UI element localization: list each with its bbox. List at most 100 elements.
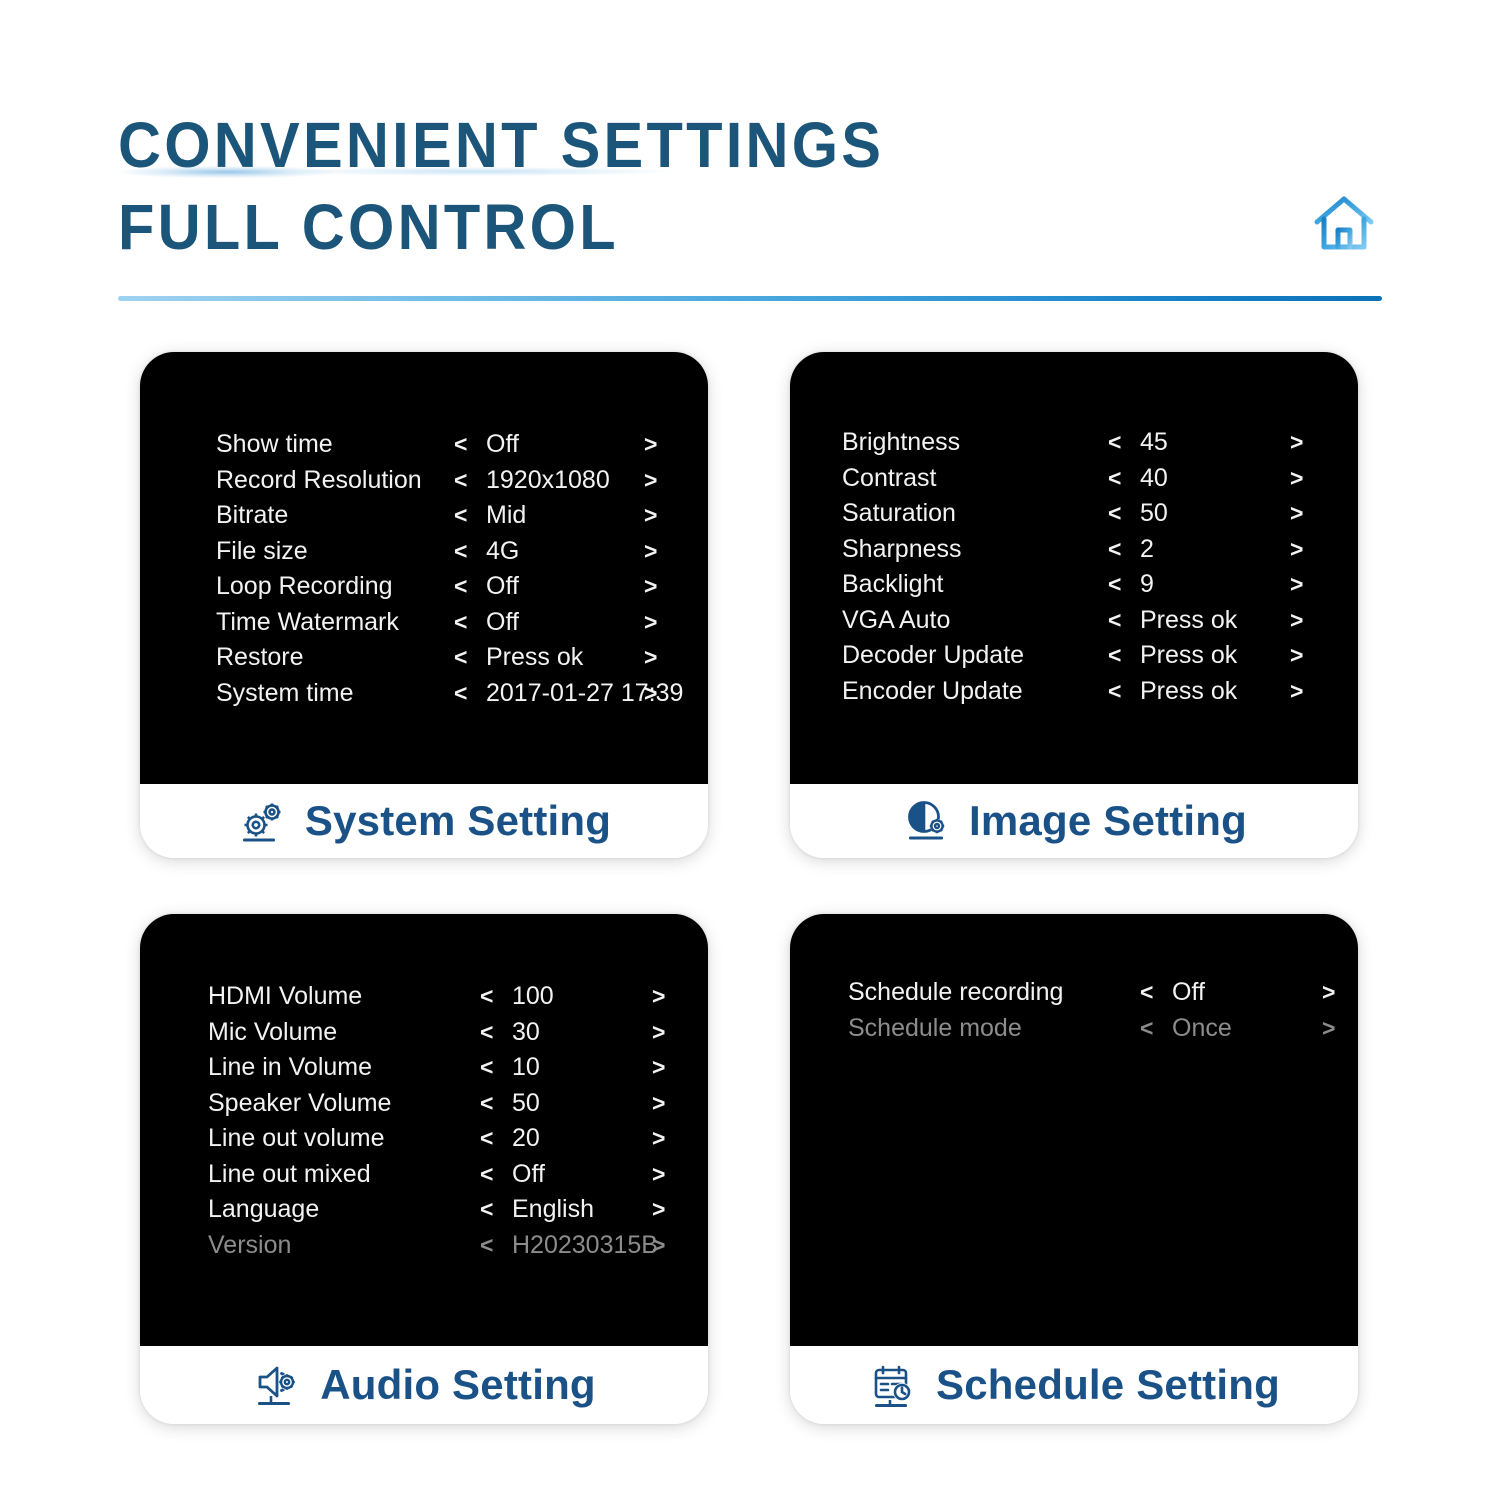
osd-row: Version < H20230315B > (208, 1231, 684, 1267)
osd-row[interactable]: Record Resolution < 1920x1080 > (216, 466, 684, 502)
chevron-right-icon[interactable]: > (644, 467, 657, 494)
contrast-gear-icon (901, 795, 953, 847)
chevron-right-icon[interactable]: > (1322, 979, 1335, 1006)
chevron-right-icon[interactable]: > (644, 431, 657, 458)
chevron-right-icon[interactable]: > (1290, 536, 1303, 563)
chevron-right-icon[interactable]: > (652, 1125, 665, 1152)
chevron-right-icon[interactable]: > (1290, 607, 1303, 634)
chevron-right-icon[interactable]: > (644, 573, 657, 600)
chevron-right-icon[interactable]: > (1290, 571, 1303, 598)
chevron-right-icon[interactable]: > (652, 983, 665, 1010)
osd-row-value: 10 (512, 1053, 540, 1081)
chevron-right-icon[interactable]: > (644, 502, 657, 529)
chevron-left-icon[interactable]: < (1108, 607, 1140, 634)
chevron-left-icon[interactable]: < (480, 983, 512, 1010)
chevron-right-icon[interactable]: > (652, 1196, 665, 1223)
osd-row-value: 2 (1140, 534, 1154, 563)
osd-row-value: 9 (1140, 570, 1154, 598)
chevron-left-icon[interactable]: < (480, 1090, 512, 1117)
card-audio-setting[interactable]: HDMI Volume < 100 > Mic Volume < 30 > Li… (140, 914, 708, 1424)
osd-row-label: Saturation (842, 499, 956, 527)
chevron-left-icon[interactable]: < (454, 573, 486, 600)
card-footer-label: System Setting (304, 797, 612, 844)
osd-row[interactable]: System time < 2017-01-27 17:39 > (216, 679, 684, 715)
osd-row[interactable]: Speaker Volume < 50 > (208, 1089, 684, 1125)
chevron-right-icon[interactable]: > (652, 1090, 665, 1117)
chevron-right-icon[interactable]: > (1290, 642, 1303, 669)
chevron-left-icon[interactable]: < (454, 431, 486, 458)
card-image-setting[interactable]: Brightness < 45 > Contrast < 40 > Satura… (790, 352, 1358, 858)
osd-row[interactable]: Saturation < 50 > (842, 499, 1334, 535)
chevron-right-icon[interactable]: > (1290, 678, 1303, 705)
chevron-left-icon[interactable]: < (480, 1161, 512, 1188)
chevron-left-icon[interactable]: < (1108, 571, 1140, 598)
osd-row[interactable]: Sharpness < 2 > (842, 535, 1334, 571)
chevron-left-icon[interactable]: < (454, 644, 486, 671)
osd-row[interactable]: Mic Volume < 30 > (208, 1018, 684, 1054)
osd-row[interactable]: Line in Volume < 10 > (208, 1053, 684, 1089)
chevron-right-icon[interactable]: > (644, 680, 657, 707)
chevron-left-icon[interactable]: < (480, 1196, 512, 1223)
chevron-right-icon[interactable]: > (644, 644, 657, 671)
card-footer-label: Schedule Setting (936, 1361, 1280, 1408)
osd-row[interactable]: Brightness < 45 > (842, 428, 1334, 464)
chevron-left-icon[interactable]: < (480, 1125, 512, 1152)
osd-screen-schedule: Schedule recording < Off > Schedule mode… (790, 914, 1358, 1346)
osd-row[interactable]: File size < 4G > (216, 537, 684, 573)
chevron-left-icon[interactable]: < (454, 538, 486, 565)
card-footer-image: Image Setting (790, 784, 1358, 858)
chevron-right-icon[interactable]: > (652, 1019, 665, 1046)
chevron-left-icon[interactable]: < (454, 502, 486, 529)
osd-row-value: 30 (512, 1017, 540, 1046)
chevron-left-icon[interactable]: < (480, 1054, 512, 1081)
chevron-left-icon[interactable]: < (1108, 429, 1140, 456)
osd-row[interactable]: Show time < Off > (216, 430, 684, 466)
chevron-right-icon[interactable]: > (644, 609, 657, 636)
osd-row-label: Record Resolution (216, 465, 422, 494)
chevron-right-icon[interactable]: > (644, 538, 657, 565)
chevron-left-icon[interactable]: < (454, 680, 486, 707)
chevron-left-icon[interactable]: < (1108, 536, 1140, 563)
card-footer-label: Audio Setting (320, 1361, 596, 1408)
card-schedule-setting[interactable]: Schedule recording < Off > Schedule mode… (790, 914, 1358, 1424)
osd-row[interactable]: Loop Recording < Off > (216, 572, 684, 608)
chevron-left-icon[interactable]: < (1108, 465, 1140, 492)
chevron-right-icon[interactable]: > (1290, 429, 1303, 456)
osd-screen-audio: HDMI Volume < 100 > Mic Volume < 30 > Li… (140, 914, 708, 1346)
chevron-right-icon[interactable]: > (652, 1054, 665, 1081)
chevron-left-icon[interactable]: < (454, 467, 486, 494)
osd-row[interactable]: Line out mixed < Off > (208, 1160, 684, 1196)
osd-row[interactable]: HDMI Volume < 100 > (208, 982, 684, 1018)
card-system-setting[interactable]: Show time < Off > Record Resolution < 19… (140, 352, 708, 858)
osd-row-value: Off (486, 607, 519, 636)
osd-row[interactable]: Language < English > (208, 1195, 684, 1231)
osd-row-label: Schedule mode (848, 1013, 1022, 1042)
settings-card-grid: Show time < Off > Record Resolution < 19… (0, 0, 1500, 1500)
osd-row[interactable]: VGA Auto < Press ok > (842, 606, 1334, 642)
osd-row[interactable]: Line out volume < 20 > (208, 1124, 684, 1160)
card-footer-label: Image Setting (969, 797, 1247, 844)
chevron-left-icon[interactable]: < (454, 609, 486, 636)
chevron-right-icon: > (652, 1231, 666, 1258)
osd-row[interactable]: Contrast < 40 > (842, 464, 1334, 500)
chevron-left-icon[interactable]: < (480, 1019, 512, 1046)
osd-row[interactable]: Decoder Update < Press ok > (842, 641, 1334, 677)
osd-row-value: Mid (486, 501, 527, 529)
chevron-right-icon[interactable]: > (1290, 465, 1303, 492)
card-footer-system: System Setting (140, 784, 708, 858)
osd-row[interactable]: Schedule recording < Off > (848, 978, 1335, 1014)
chevron-right-icon[interactable]: > (1290, 500, 1303, 527)
chevron-left-icon[interactable]: < (1108, 678, 1140, 705)
osd-row-label: HDMI Volume (208, 982, 363, 1010)
osd-row[interactable]: Bitrate < Mid > (216, 501, 684, 537)
osd-row[interactable]: Backlight < 9 > (842, 570, 1334, 606)
osd-row[interactable]: Time Watermark < Off > (216, 608, 684, 644)
chevron-right-icon[interactable]: > (652, 1161, 665, 1188)
osd-row-value: 1920x1080 (486, 465, 610, 494)
chevron-left-icon[interactable]: < (1140, 979, 1172, 1006)
chevron-left-icon[interactable]: < (1108, 500, 1140, 527)
osd-row[interactable]: Restore < Press ok > (216, 643, 684, 679)
osd-row-label: Schedule recording (848, 978, 1064, 1006)
osd-row[interactable]: Encoder Update < Press ok > (842, 677, 1334, 713)
chevron-left-icon[interactable]: < (1108, 642, 1140, 669)
